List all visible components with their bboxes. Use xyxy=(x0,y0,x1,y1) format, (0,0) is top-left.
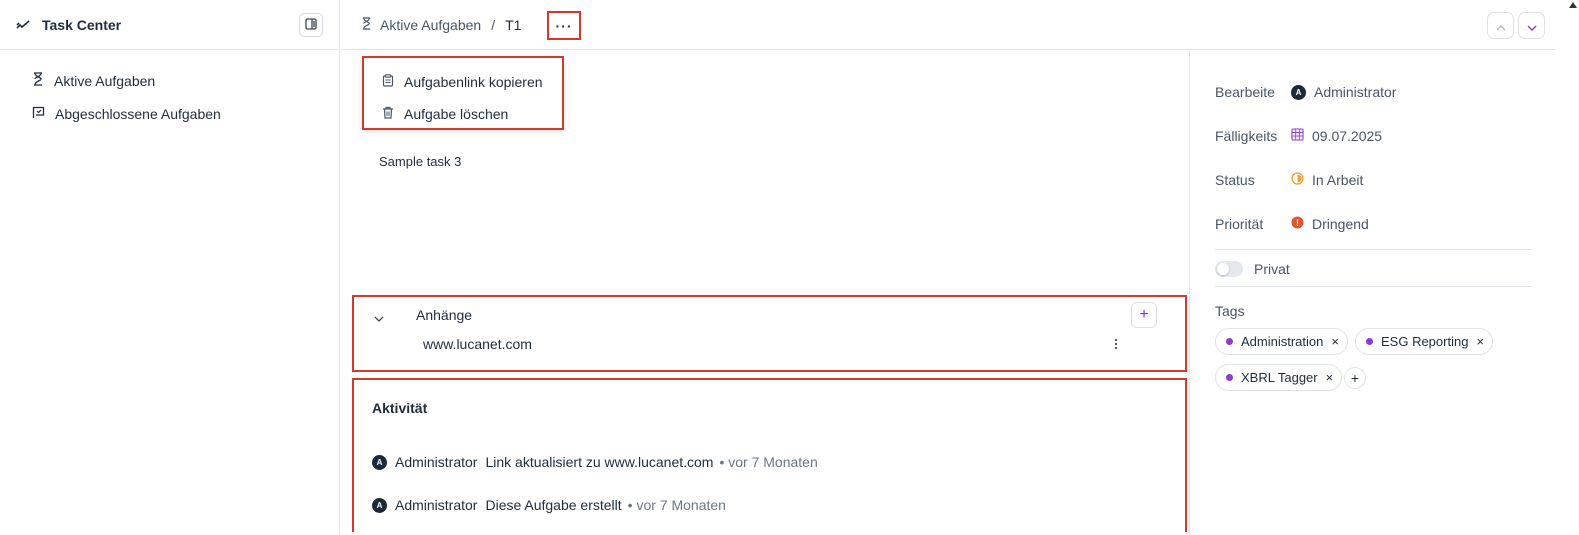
add-attachment-button[interactable]: + xyxy=(1131,302,1157,328)
plus-icon: + xyxy=(1350,370,1360,386)
attachments-section: Anhänge + www.lucanet.com xyxy=(352,295,1187,372)
due-date-label: Fälligkeits xyxy=(1215,128,1278,144)
sidebar-item-label: Abgeschlossene Aufgaben xyxy=(55,105,221,122)
tag-chip[interactable]: ESG Reporting × xyxy=(1355,328,1494,355)
alert-icon xyxy=(1291,216,1304,232)
panel-icon xyxy=(305,17,317,33)
assignee-label: Bearbeite xyxy=(1215,84,1275,100)
chevron-up-icon xyxy=(1496,18,1506,34)
due-date-value: 09.07.2025 xyxy=(1312,128,1383,144)
status-value: In Arbeit xyxy=(1312,172,1364,188)
sidebar-nav: Aktive Aufgaben Abgeschlossene Aufgaben xyxy=(0,50,339,130)
sidebar-toggle-button[interactable] xyxy=(299,13,323,37)
clipboard-icon xyxy=(382,74,394,90)
activity-heading: Aktivität xyxy=(372,400,428,416)
breadcrumb-current: T1 xyxy=(505,16,522,33)
avatar: A xyxy=(372,454,387,470)
hourglass-icon xyxy=(32,72,44,89)
main-header: Aktive Aufgaben / T1 ··· xyxy=(341,0,1555,50)
activity-time: • vor 7 Monaten xyxy=(719,454,818,470)
activity-message: Diese Aufgabe erstellt xyxy=(485,497,622,513)
breadcrumb-separator: / xyxy=(491,16,496,33)
close-icon[interactable]: × xyxy=(1331,334,1339,349)
breadcrumb: Aktive Aufgaben / T1 xyxy=(361,17,521,33)
tags-label: Tags xyxy=(1215,303,1245,319)
next-task-button[interactable] xyxy=(1518,12,1545,39)
attachments-heading: Anhänge xyxy=(416,307,473,323)
priority-value: Dringend xyxy=(1312,216,1369,232)
tag-label: XBRL Tagger xyxy=(1241,370,1318,385)
sidebar: Task Center Aktive Aufgaben Abgeschlosse… xyxy=(0,0,340,535)
task-description[interactable]: Sample task 3 xyxy=(379,154,461,169)
tag-label: ESG Reporting xyxy=(1381,334,1469,349)
previous-task-button[interactable] xyxy=(1487,12,1514,39)
activity-entry: A Administrator Diese Aufgabe erstellt •… xyxy=(372,497,726,513)
divider xyxy=(1215,286,1532,287)
ellipsis-icon: ··· xyxy=(555,17,573,34)
tag-chip[interactable]: Administration × xyxy=(1215,328,1348,355)
tag-dot-icon xyxy=(1226,374,1233,381)
details-panel: Bearbeite A Administrator Fälligkeits 09… xyxy=(1189,51,1555,535)
scrollbar[interactable] xyxy=(1555,0,1579,535)
scroll-up-arrow-icon[interactable] xyxy=(1569,2,1577,8)
activity-section: Aktivität A Administrator Link aktualisi… xyxy=(352,378,1187,532)
trash-icon xyxy=(382,106,394,122)
chevron-down-icon[interactable] xyxy=(374,309,384,325)
sidebar-item-label: Aktive Aufgaben xyxy=(54,72,156,89)
activity-user: Administrator xyxy=(395,454,478,470)
chevron-down-icon xyxy=(1527,18,1537,34)
app-title: Task Center xyxy=(42,16,122,33)
sidebar-header: Task Center xyxy=(0,0,339,50)
assignee-value: Administrator xyxy=(1314,84,1397,100)
activity-time: • vor 7 Monaten xyxy=(627,497,726,513)
tag-chip[interactable]: XBRL Tagger × xyxy=(1215,364,1343,391)
kebab-menu-icon[interactable] xyxy=(1114,337,1118,353)
due-date-row[interactable]: Fälligkeits 09.07.2025 xyxy=(1215,128,1382,144)
private-toggle[interactable] xyxy=(1215,261,1243,277)
hourglass-icon xyxy=(361,16,372,33)
tag-label: Administration xyxy=(1241,334,1324,349)
menu-item-label: Aufgabenlink kopieren xyxy=(404,74,543,90)
status-label: Status xyxy=(1215,172,1255,188)
avatar: A xyxy=(372,497,387,513)
breadcrumb-parent-link[interactable]: Aktive Aufgaben xyxy=(380,17,481,33)
flag-check-icon xyxy=(32,106,45,122)
private-row: Privat xyxy=(1215,261,1290,277)
sidebar-item-completed-tasks[interactable]: Abgeschlossene Aufgaben xyxy=(0,97,339,130)
checkmark-trend-icon xyxy=(16,17,30,33)
attachment-link[interactable]: www.lucanet.com xyxy=(423,336,532,352)
close-icon[interactable]: × xyxy=(1476,334,1484,349)
close-icon[interactable]: × xyxy=(1326,370,1334,385)
options-menu: Aufgabenlink kopieren Aufgabe löschen xyxy=(362,56,564,130)
priority-row[interactable]: Priorität Dringend xyxy=(1215,216,1369,232)
sidebar-item-active-tasks[interactable]: Aktive Aufgaben xyxy=(0,64,339,97)
menu-item-delete-task[interactable]: Aufgabe löschen xyxy=(364,98,562,130)
calendar-icon xyxy=(1291,128,1304,144)
task-navigation xyxy=(1487,12,1545,39)
activity-entry: A Administrator Link aktualisiert zu www… xyxy=(372,454,818,470)
assignee-row[interactable]: Bearbeite A Administrator xyxy=(1215,84,1396,100)
activity-message: Link aktualisiert zu www.lucanet.com xyxy=(485,454,714,470)
plus-icon: + xyxy=(1139,306,1149,323)
half-circle-status-icon xyxy=(1291,172,1304,188)
status-row[interactable]: Status In Arbeit xyxy=(1215,172,1363,188)
activity-user: Administrator xyxy=(395,497,478,513)
more-options-button[interactable]: ··· xyxy=(547,11,581,40)
tag-dot-icon xyxy=(1226,338,1233,345)
private-label: Privat xyxy=(1254,261,1290,277)
add-tag-button[interactable]: + xyxy=(1344,367,1366,389)
divider xyxy=(1215,249,1532,250)
priority-label: Priorität xyxy=(1215,216,1264,232)
tag-dot-icon xyxy=(1366,338,1373,345)
menu-item-label: Aufgabe löschen xyxy=(404,106,509,122)
menu-item-copy-link[interactable]: Aufgabenlink kopieren xyxy=(364,66,562,98)
avatar: A xyxy=(1291,84,1306,100)
